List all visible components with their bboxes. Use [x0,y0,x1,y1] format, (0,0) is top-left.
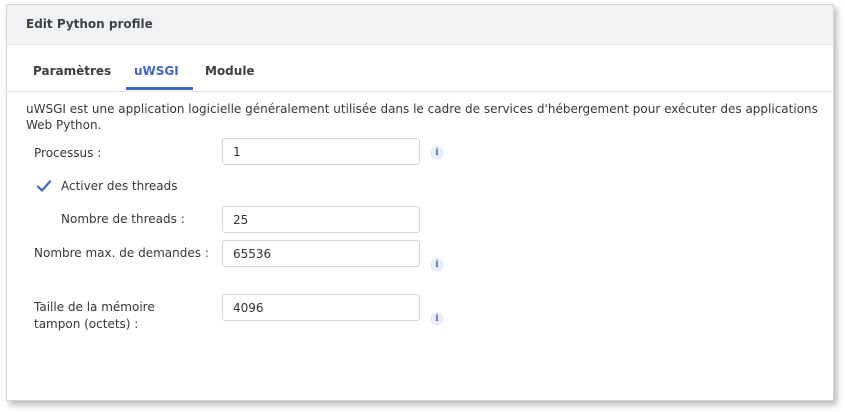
tab-bar: Paramètres uWSGI Module [7,45,833,92]
threads-input[interactable] [222,206,420,233]
tab-uwsgi[interactable]: uWSGI [134,64,179,78]
enable-threads-label: Activer des threads [61,179,178,193]
dialog-title: Edit Python profile [26,17,153,31]
threads-label: Nombre de threads : [61,212,185,226]
buffer-size-label: Taille de la mémoire tampon (octets) : [34,300,155,331]
active-tab-indicator [126,87,193,90]
processes-label: Processus : [34,146,102,160]
dialog-titlebar: Edit Python profile [7,5,833,45]
tab-parametres[interactable]: Paramètres [33,64,111,78]
edit-python-profile-dialog: Edit Python profile Paramètres uWSGI Mod… [6,4,834,401]
max-requests-input[interactable] [222,240,420,267]
buffer-size-input[interactable] [222,294,420,321]
uwsgi-description: uWSGI est une application logicielle gén… [26,102,818,132]
max-requests-label: Nombre max. de demandes : [34,246,209,260]
info-icon[interactable]: i [430,258,444,272]
enable-threads-checkbox[interactable] [35,177,53,195]
tab-module[interactable]: Module [205,64,255,78]
info-icon[interactable]: i [430,312,444,326]
processes-input[interactable] [222,138,420,165]
info-icon[interactable]: i [430,146,444,160]
